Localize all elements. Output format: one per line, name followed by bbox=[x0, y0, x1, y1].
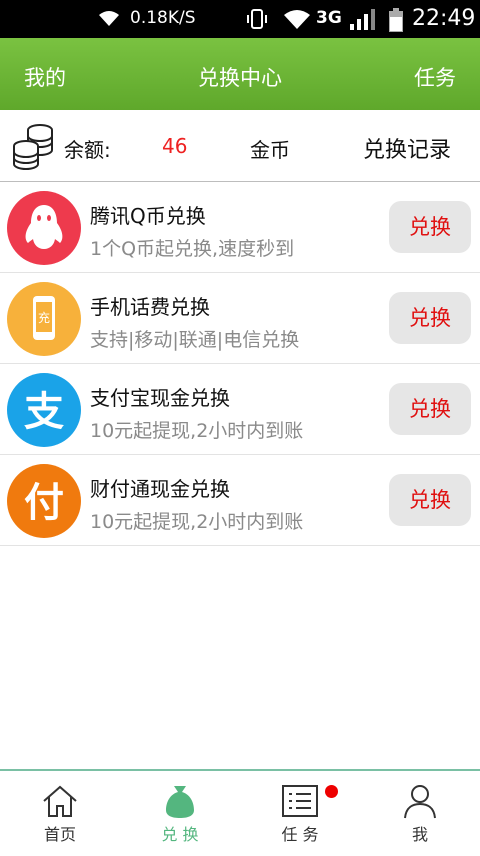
exchange-button[interactable]: 兑换 bbox=[389, 474, 471, 526]
exchange-button[interactable]: 兑换 bbox=[389, 201, 471, 253]
tenpay-glyph: 付 bbox=[24, 480, 64, 526]
exchange-button[interactable]: 兑换 bbox=[389, 383, 471, 435]
wifi-icon bbox=[96, 8, 122, 33]
clock: 22:49 bbox=[412, 6, 476, 31]
status-bar: 0.18K/S 3G 22:49 bbox=[0, 0, 480, 38]
balance-value: 46 bbox=[162, 134, 188, 158]
item-subtitle: 10元起提现,2小时内到账 bbox=[90, 420, 304, 442]
tab-label: 我 bbox=[411, 825, 428, 844]
tab-me[interactable]: 我 bbox=[360, 771, 480, 856]
tenpay-icon: 付 bbox=[7, 464, 81, 538]
tasks-button[interactable]: 任务 bbox=[414, 62, 456, 92]
person-icon bbox=[400, 783, 440, 819]
tab-tasks[interactable]: 任 务 bbox=[240, 771, 360, 856]
tab-label: 任 务 bbox=[281, 825, 319, 844]
balance-unit: 金币 bbox=[250, 138, 290, 162]
tab-home[interactable]: 首页 bbox=[0, 771, 120, 856]
list-item: 充 手机话费兑换 支持|移动|联通|电信兑换 兑换 bbox=[0, 273, 480, 364]
app-header: 我的 兑换中心 任务 bbox=[0, 38, 480, 110]
notification-dot bbox=[325, 785, 338, 798]
alipay-glyph: 支 bbox=[24, 389, 64, 435]
item-title: 手机话费兑换 bbox=[90, 295, 210, 319]
phone-charge-glyph: 充 bbox=[38, 310, 50, 325]
tab-exchange[interactable]: 兑 换 bbox=[120, 771, 240, 856]
item-subtitle: 10元起提现,2小时内到账 bbox=[90, 511, 304, 533]
battery-icon bbox=[388, 7, 404, 38]
list-item: 付 财付通现金兑换 10元起提现,2小时内到账 兑换 bbox=[0, 455, 480, 546]
home-icon bbox=[40, 783, 80, 819]
network-type: 3G bbox=[316, 8, 342, 28]
exchange-record-link[interactable]: 兑换记录 bbox=[363, 132, 451, 164]
wifi-strength-icon bbox=[282, 8, 312, 35]
item-title: 支付宝现金兑换 bbox=[90, 386, 230, 410]
vibrate-icon bbox=[244, 7, 270, 36]
coin-stack-icon bbox=[12, 120, 54, 176]
item-title: 财付通现金兑换 bbox=[90, 477, 230, 501]
item-title: 腾讯Q币兑换 bbox=[90, 204, 206, 228]
list-item: 腾讯Q币兑换 1个Q币起兑换,速度秒到 兑换 bbox=[0, 182, 480, 273]
phone-charge-icon: 充 bbox=[7, 282, 81, 356]
tab-label: 首页 bbox=[43, 825, 76, 844]
list-item: 支 支付宝现金兑换 10元起提现,2小时内到账 兑换 bbox=[0, 364, 480, 455]
page-title: 兑换中心 bbox=[198, 66, 282, 90]
network-speed: 0.18K/S bbox=[130, 8, 196, 28]
item-subtitle: 支持|移动|联通|电信兑换 bbox=[90, 329, 300, 351]
alipay-icon: 支 bbox=[7, 373, 81, 447]
tab-label: 兑 换 bbox=[161, 825, 199, 844]
qq-penguin-icon bbox=[7, 191, 81, 265]
bottom-nav: 首页 兑 换 任 务 我 bbox=[0, 769, 480, 856]
balance-bar: 余额: 46 金币 兑换记录 bbox=[0, 110, 480, 182]
balance-label: 余额: bbox=[64, 138, 111, 162]
money-bag-icon bbox=[160, 783, 200, 819]
signal-icon bbox=[348, 8, 382, 37]
task-list-icon bbox=[280, 783, 320, 819]
item-subtitle: 1个Q币起兑换,速度秒到 bbox=[90, 238, 295, 260]
exchange-button[interactable]: 兑换 bbox=[389, 292, 471, 344]
